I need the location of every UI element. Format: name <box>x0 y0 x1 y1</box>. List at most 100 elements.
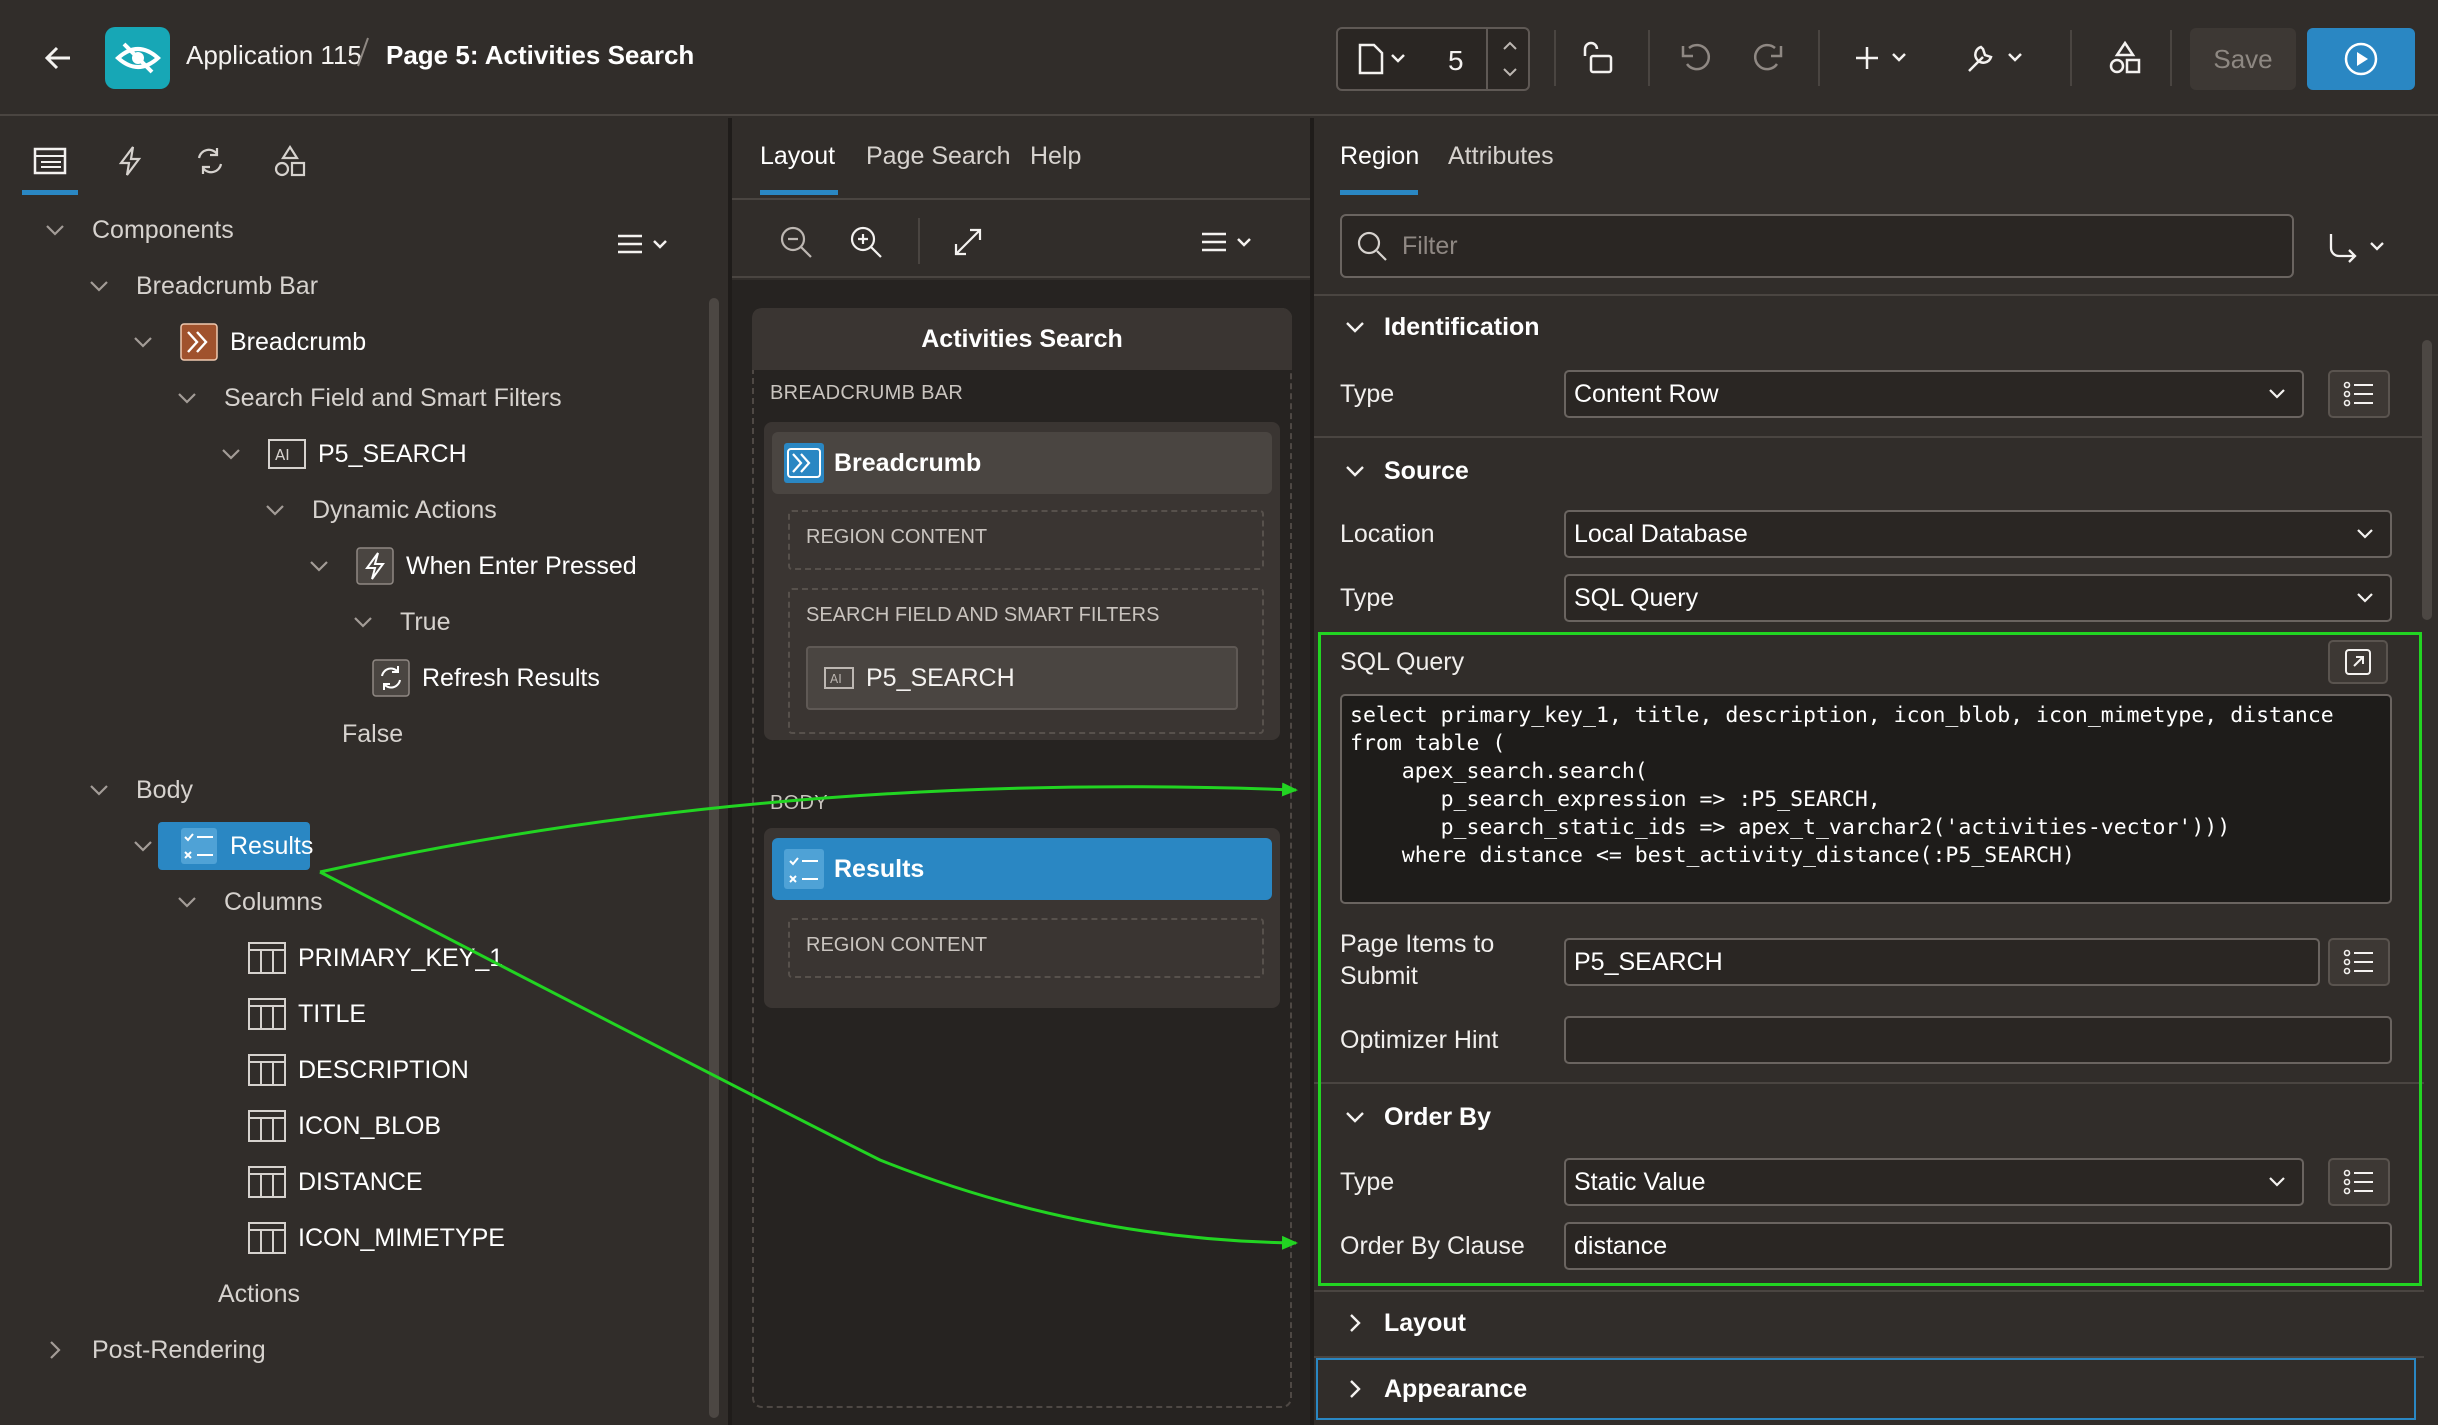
tab-help[interactable]: Help <box>1030 142 1081 171</box>
run-page-button[interactable] <box>2307 28 2415 90</box>
utilities-menu-button[interactable] <box>1960 30 2036 86</box>
tree-node[interactable]: Results <box>128 821 313 871</box>
sql-code-editor-button[interactable] <box>2328 640 2388 684</box>
chevron-down-icon[interactable] <box>216 439 246 469</box>
tab-dynamic-actions[interactable] <box>102 136 158 186</box>
chevron-down-icon[interactable] <box>84 775 114 805</box>
properties-scrollbar[interactable] <box>2422 340 2432 620</box>
tree-node[interactable]: Breadcrumb Bar <box>84 261 318 311</box>
tree-node[interactable]: Refresh Results <box>372 653 600 703</box>
tree-node[interactable]: DESCRIPTION <box>248 1045 469 1095</box>
chevron-down-icon[interactable] <box>260 495 290 525</box>
region-content-slot[interactable]: REGION CONTENT <box>788 510 1264 570</box>
chevron-right-icon[interactable] <box>40 1335 70 1365</box>
tree-node[interactable]: TITLE <box>248 989 366 1039</box>
tab-layout[interactable]: Layout <box>760 142 835 171</box>
go-to-group-button[interactable] <box>2322 226 2398 268</box>
chevron-down-icon[interactable] <box>128 831 158 861</box>
page-number-spinner[interactable] <box>1486 29 1530 89</box>
tree-node[interactable]: Columns <box>172 877 323 927</box>
chevron-down-icon[interactable] <box>128 327 158 357</box>
tree-node[interactable]: AI P5_SEARCH <box>216 429 467 479</box>
tab-page-search[interactable]: Page Search <box>866 142 1011 171</box>
redo-button[interactable] <box>1742 30 1792 86</box>
tab-region[interactable]: Region <box>1340 142 1419 171</box>
chevron-down-icon[interactable] <box>348 607 378 637</box>
undo-button[interactable] <box>1672 30 1722 86</box>
order-type-lov-button[interactable] <box>2328 1158 2390 1206</box>
tree-node-label: DISTANCE <box>298 1167 423 1196</box>
filter-input[interactable] <box>1402 231 2262 261</box>
group-identification[interactable]: Identification <box>1314 294 2414 360</box>
tree-node[interactable]: Dynamic Actions <box>260 485 497 535</box>
tree-node-label: Columns <box>224 887 323 916</box>
page-number-input[interactable]: 5 <box>1448 45 1464 77</box>
group-order-by[interactable]: Order By <box>1314 1084 2414 1150</box>
save-button[interactable]: Save <box>2190 28 2296 90</box>
chevron-down-icon <box>2354 522 2376 544</box>
chevron-down-icon[interactable] <box>172 383 202 413</box>
unlock-button[interactable] <box>1574 30 1624 86</box>
filter-field[interactable] <box>1340 214 2294 278</box>
tree-node[interactable]: False <box>342 709 403 759</box>
shared-components-button[interactable] <box>2100 30 2150 86</box>
breadcrumb-region-label: Breadcrumb <box>834 448 982 477</box>
tab-attributes[interactable]: Attributes <box>1448 142 1554 171</box>
tree-node-label: Search Field and Smart Filters <box>224 383 562 412</box>
group-source[interactable]: Source <box>1314 438 2414 504</box>
tree-node[interactable]: Components <box>40 205 234 255</box>
chevron-down-icon[interactable] <box>40 215 70 245</box>
tree-node[interactable]: Search Field and Smart Filters <box>172 373 562 423</box>
source-type-select[interactable]: SQL Query <box>1564 574 2392 622</box>
shapes-icon <box>2109 40 2141 74</box>
chevron-down-icon[interactable] <box>304 551 334 581</box>
chevron-down-icon[interactable] <box>172 887 202 917</box>
tree-node[interactable]: Actions <box>218 1269 300 1319</box>
tree-node[interactable]: Body <box>84 765 193 815</box>
tree-node[interactable]: ICON_BLOB <box>248 1101 441 1151</box>
tree-node[interactable]: Post-Rendering <box>40 1325 266 1375</box>
tree-node[interactable]: Pre-Rendering <box>40 196 255 201</box>
tab-rendering[interactable] <box>22 136 78 186</box>
tree-node[interactable]: True <box>348 597 450 647</box>
order-type-select[interactable]: Static Value <box>1564 1158 2304 1206</box>
group-appearance[interactable]: Appearance <box>1314 1358 2414 1420</box>
location-select[interactable]: Local Database <box>1564 510 2392 558</box>
create-menu-button[interactable] <box>1850 30 1920 86</box>
tab-shared-components[interactable] <box>262 136 318 186</box>
page-items-field[interactable]: P5_SEARCH <box>1564 938 2320 986</box>
identification-type-lov-button[interactable] <box>2328 370 2390 418</box>
tab-processing[interactable] <box>182 136 238 186</box>
svg-text:AI: AI <box>830 672 842 686</box>
page-title: Page 5: Activities Search <box>386 40 695 70</box>
group-layout[interactable]: Layout <box>1314 1290 2414 1356</box>
back-button[interactable] <box>30 30 86 86</box>
tree-node-label: Components <box>92 215 234 244</box>
app-logo[interactable] <box>105 27 170 89</box>
tree-node[interactable]: ICON_MIMETYPE <box>248 1213 505 1263</box>
results-region-header[interactable]: Results <box>772 838 1272 900</box>
zoom-out-button[interactable] <box>776 222 816 262</box>
order-by-clause-field[interactable]: distance <box>1564 1222 2392 1270</box>
page-items-to-submit-label: Page Items to Submit <box>1340 928 1520 992</box>
expand-button[interactable] <box>948 222 988 262</box>
tree-node[interactable]: Breadcrumb <box>128 317 366 367</box>
layout-page-title[interactable]: Activities Search <box>752 308 1292 370</box>
page-items-lov-button[interactable] <box>2328 938 2390 986</box>
layout-menu-button[interactable] <box>1196 222 1262 262</box>
chevron-down-icon[interactable] <box>84 271 114 301</box>
breadcrumb-region-header[interactable]: Breadcrumb <box>772 432 1272 494</box>
p5-search-item-box[interactable]: AI P5_SEARCH <box>806 646 1238 710</box>
sql-query-editor[interactable]: select primary_key_1, title, description… <box>1340 694 2392 904</box>
zoom-in-button[interactable] <box>846 222 886 262</box>
tree-node[interactable]: When Enter Pressed <box>304 541 637 591</box>
identification-type-select[interactable]: Content Row <box>1564 370 2304 418</box>
tree-node[interactable]: DISTANCE <box>248 1157 423 1207</box>
tree-scrollbar[interactable] <box>709 298 719 1418</box>
tree-node[interactable]: PRIMARY_KEY_1 <box>248 933 503 983</box>
rendering-tree-pane: Pre-Rendering Components Breadcrumb Bar Bre… <box>0 118 726 1425</box>
app-name-link[interactable]: Application 115 <box>186 40 362 71</box>
optimizer-hint-field[interactable] <box>1564 1016 2392 1064</box>
page-selector[interactable]: 5 <box>1336 27 1530 91</box>
region-content-slot[interactable]: REGION CONTENT <box>788 918 1264 978</box>
